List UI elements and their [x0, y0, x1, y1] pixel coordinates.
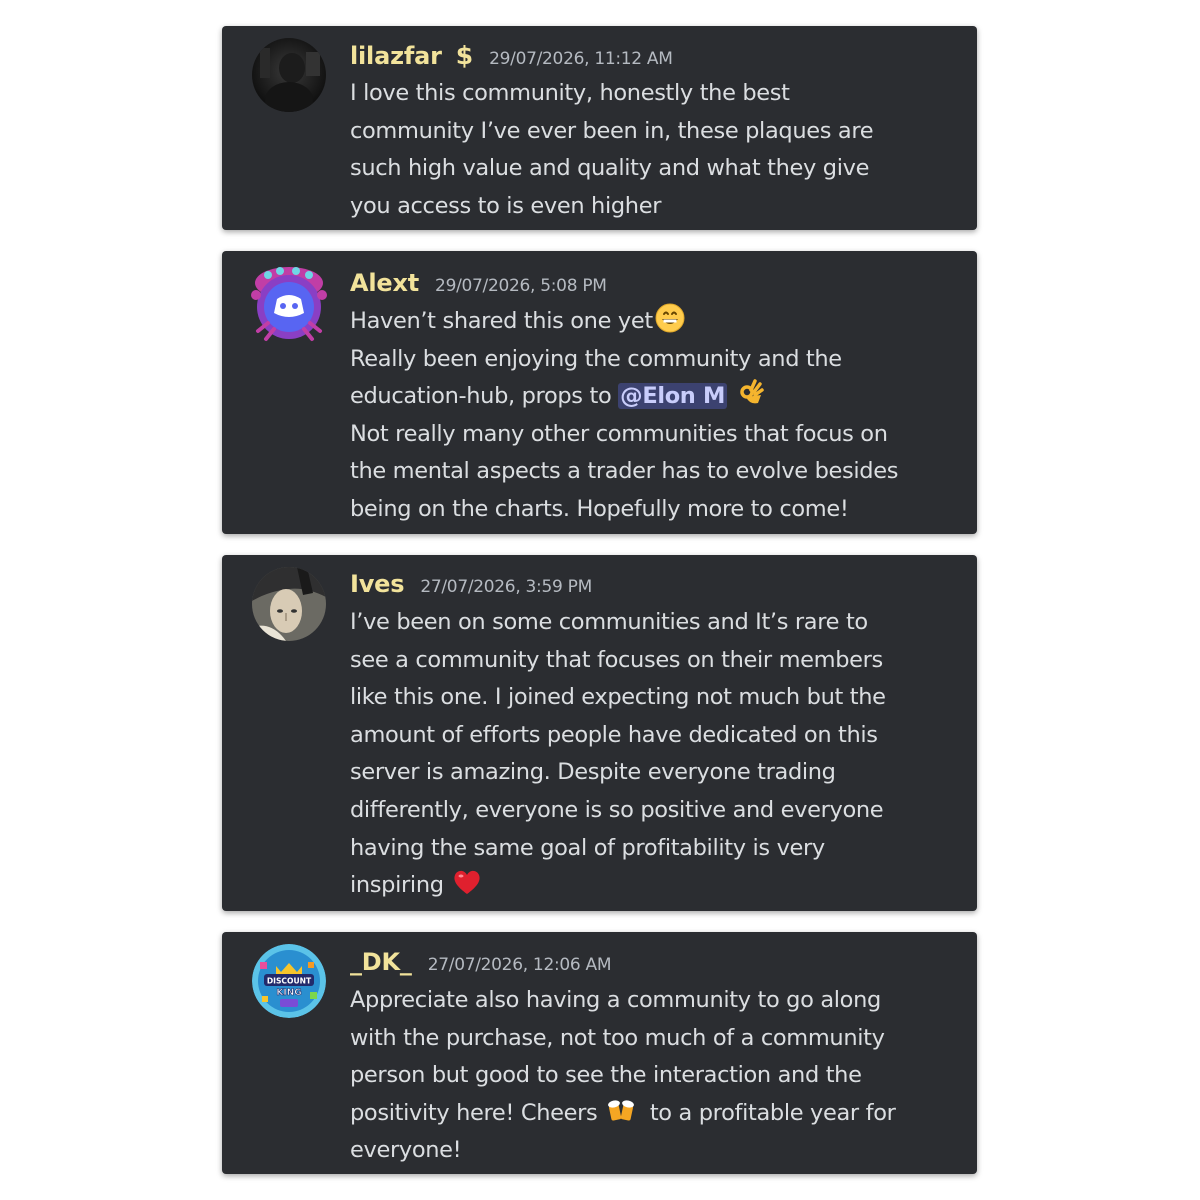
- message-line: I love this community, honestly the best: [350, 80, 790, 106]
- avatar[interactable]: [252, 38, 326, 112]
- message-line-text: positivity here! Cheers: [350, 1099, 605, 1126]
- red-heart-emoji-icon: [452, 867, 482, 897]
- beer-mugs-emoji-icon: [606, 1095, 636, 1125]
- username[interactable]: Ives: [350, 570, 405, 598]
- message-line: being on the charts. Hopefully more to c…: [350, 495, 849, 522]
- message-card: Ives 27/07/2026, 3:59 PM I’ve been on so…: [222, 555, 977, 911]
- message-line: differently, everyone is so positive and…: [350, 796, 884, 823]
- message-line: Really been enjoying the community and t…: [350, 345, 842, 372]
- message-line: Haven’t shared this one yet: [350, 303, 957, 341]
- message-line-text: inspiring: [350, 872, 451, 899]
- username[interactable]: _DK_: [350, 948, 412, 976]
- message-text: Haven’t shared this one yet Really been …: [350, 303, 957, 529]
- avatar[interactable]: [246, 261, 332, 347]
- username[interactable]: Alext: [350, 269, 419, 297]
- dark-photo-avatar-icon: [252, 38, 326, 112]
- dollar-badge-icon: $: [455, 41, 474, 70]
- message-line: server is amazing. Despite everyone trad…: [350, 759, 836, 786]
- message-line: I’ve been on some communities and It’s r…: [350, 609, 868, 635]
- message-line: having the same goal of profitability is…: [350, 834, 825, 861]
- discord-monster-avatar-icon: [251, 267, 327, 341]
- username[interactable]: lilazfar: [350, 42, 442, 70]
- timestamp: 27/07/2026, 12:06 AM: [427, 955, 612, 975]
- message-line: you access to is even higher: [350, 192, 662, 219]
- timestamp: 29/07/2026, 11:12 AM: [489, 49, 673, 69]
- message-line: like this one. I joined expecting not mu…: [350, 684, 886, 711]
- timestamp: 29/07/2026, 5:08 PM: [435, 276, 607, 296]
- message-line: everyone!: [350, 1137, 462, 1164]
- message-line: Not really many other communities that f…: [350, 420, 888, 447]
- message-line: positivity here! Cheers to a profitable …: [350, 1095, 957, 1133]
- ok-hand-emoji-icon: [736, 378, 766, 408]
- logo-text: KING: [276, 988, 301, 998]
- avatar[interactable]: DISCOUNT KING: [252, 944, 326, 1018]
- character-portrait-avatar-icon: [252, 567, 326, 641]
- message-line: such high value and quality and what the…: [350, 155, 870, 182]
- message-line: community I’ve ever been in, these plaqu…: [350, 117, 874, 144]
- message-text: I’ve been on some communities and It’s r…: [350, 604, 957, 905]
- message-text: I love this community, honestly the best…: [350, 75, 957, 225]
- message-line: inspiring: [350, 867, 957, 905]
- message-line: with the purchase, not too much of a com…: [350, 1024, 885, 1051]
- message-line: person but good to see the interaction a…: [350, 1062, 862, 1089]
- user-mention[interactable]: @Elon M: [618, 383, 728, 410]
- message-line: the mental aspects a trader has to evolv…: [350, 458, 899, 485]
- grinning-face-emoji-icon: [655, 303, 685, 333]
- message-line: see a community that focuses on their me…: [350, 646, 883, 673]
- message-card: Alext 29/07/2026, 5:08 PM Haven’t shared…: [222, 251, 977, 534]
- message-line-text: education-hub, props to: [350, 383, 619, 410]
- discount-king-logo-avatar-icon: DISCOUNT KING: [252, 944, 326, 1018]
- message-line: education-hub, props to @Elon M: [350, 378, 957, 416]
- message-line-text: to a profitable year for: [636, 1099, 896, 1126]
- message-line: Appreciate also having a community to go…: [350, 987, 881, 1013]
- message-line-text: Haven’t shared this one yet: [350, 308, 653, 334]
- timestamp: 27/07/2026, 3:59 PM: [420, 577, 592, 597]
- avatar[interactable]: [252, 567, 326, 641]
- logo-text: DISCOUNT: [267, 977, 312, 986]
- message-card: DISCOUNT KING _DK_ 27/07/2026, 12:06 AM …: [222, 932, 977, 1174]
- message-text: Appreciate also having a community to go…: [350, 982, 957, 1170]
- message-line: amount of efforts people have dedicated …: [350, 721, 878, 748]
- message-card: lilazfar $ 29/07/2026, 11:12 AM I love t…: [222, 26, 977, 230]
